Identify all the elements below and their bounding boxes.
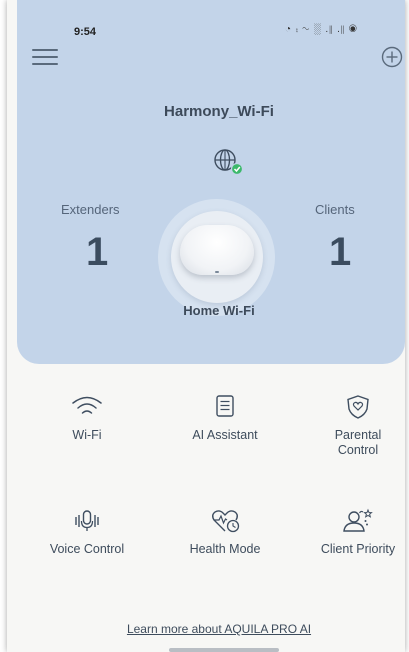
- voice-control-feature[interactable]: Voice Control: [27, 508, 147, 557]
- voice-control-feature-label: Voice Control: [49, 542, 125, 556]
- network-name: Harmony_Wi-Fi: [164, 103, 274, 120]
- clients-label: Clients: [315, 202, 355, 217]
- ai-assistant-feature-label: AI Assistant: [192, 428, 258, 442]
- status-icons: ◔ ⨾ ∿ ░ .∥ .∥ ◉: [285, 24, 358, 35]
- wifi-feature-label: Wi-Fi: [72, 428, 102, 442]
- router-led: [215, 271, 219, 273]
- health-mode-feature[interactable]: Health Mode: [165, 508, 285, 557]
- ai-assistant-feature[interactable]: AI Assistant: [165, 394, 285, 443]
- home-indicator[interactable]: [169, 648, 279, 652]
- parental-control-feature-label: Parental Control: [334, 428, 382, 457]
- wifi-icon: [72, 396, 102, 414]
- globe-check-icon: [214, 149, 244, 176]
- shield-heart-icon: [347, 395, 369, 419]
- router-label: Home Wi-Fi: [183, 303, 255, 318]
- add-button[interactable]: [381, 46, 403, 68]
- heart-clock-icon: [212, 510, 240, 533]
- hamburger-icon: [32, 49, 58, 51]
- router-image: [180, 225, 254, 275]
- wifi-feature[interactable]: Wi-Fi: [27, 394, 147, 443]
- app-screen: 9:54 ◔ ⨾ ∿ ░ .∥ .∥ ◉ Harmony_Wi-Fi Exten…: [7, 0, 405, 652]
- parental-control-feature[interactable]: Parental Control: [298, 394, 405, 458]
- document-icon: [216, 395, 234, 417]
- learn-more-link[interactable]: Learn more about AQUILA PRO AI: [7, 622, 405, 636]
- users-star-icon: [343, 508, 373, 532]
- status-bar: 9:54 ◔ ⨾ ∿ ░ .∥ .∥ ◉: [7, 0, 405, 38]
- extenders-count[interactable]: 1: [86, 230, 108, 275]
- clients-count[interactable]: 1: [329, 230, 351, 275]
- microphone-icon: [75, 510, 99, 531]
- status-time: 9:54: [74, 26, 97, 38]
- client-priority-feature[interactable]: Client Priority: [298, 508, 405, 557]
- plus-circle-icon: [381, 46, 403, 68]
- menu-button[interactable]: [32, 49, 58, 67]
- extenders-label: Extenders: [61, 202, 120, 217]
- health-mode-feature-label: Health Mode: [189, 542, 261, 556]
- client-priority-feature-label: Client Priority: [320, 542, 396, 556]
